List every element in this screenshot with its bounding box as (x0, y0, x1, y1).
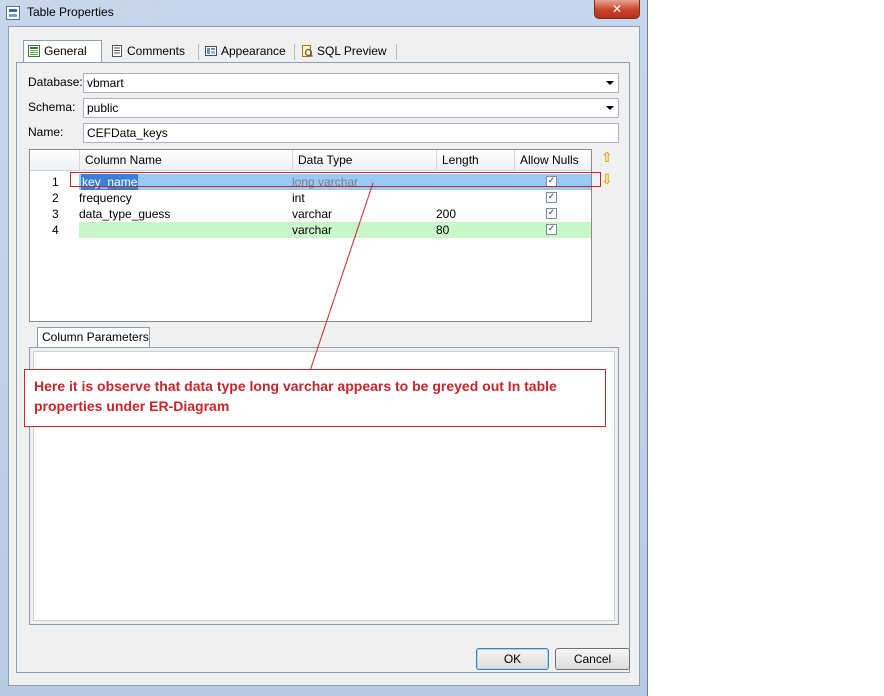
tab-sql-preview[interactable]: SQL Preview (297, 41, 393, 61)
table-icon (6, 6, 20, 20)
allow-nulls-checkbox[interactable]: ✓ (546, 224, 557, 235)
column-header[interactable]: Data Type (292, 150, 436, 170)
schema-combo[interactable]: public (83, 98, 619, 118)
tab-appearance[interactable]: Appearance (201, 41, 291, 61)
database-value: vbmart (87, 76, 124, 90)
chevron-down-icon[interactable] (606, 81, 614, 85)
tab-general-label: General (44, 44, 87, 58)
row-number: 3 (52, 207, 59, 221)
title-bar[interactable]: Table Properties ✕ (0, 0, 648, 26)
name-value: CEFData_keys (87, 126, 168, 140)
length-cell[interactable]: 80 (436, 222, 449, 238)
schema-label: Schema: (28, 100, 76, 114)
ok-button[interactable]: OK (476, 648, 549, 670)
tab-column-parameters[interactable]: Column Parameters (37, 327, 150, 348)
general-icon (28, 45, 40, 57)
tab-appearance-label: Appearance (221, 44, 286, 58)
move-up-icon[interactable]: ⇧ (600, 151, 614, 165)
tab-comments-label: Comments (127, 44, 186, 58)
column-header[interactable]: Length (436, 150, 514, 170)
database-combo[interactable]: vbmart (83, 73, 619, 93)
table-properties-window: Table Properties ✕ General Comments Appe… (0, 0, 648, 696)
allow-nulls-checkbox[interactable]: ✓ (546, 208, 557, 219)
comments-icon (112, 45, 122, 57)
blurred-area (118, 6, 158, 20)
tab-separator (396, 44, 397, 60)
cancel-button[interactable]: Cancel (555, 648, 630, 670)
name-label: Name: (28, 125, 64, 139)
annotation-highlight (70, 172, 601, 187)
annotation-callout: Here it is observe that data type long v… (24, 369, 606, 427)
new-row-fill (79, 222, 591, 238)
name-field[interactable]: CEFData_keys (83, 123, 619, 143)
data-type-cell[interactable]: int (292, 190, 305, 206)
schema-value: public (87, 101, 119, 115)
table-row[interactable]: 3 data_type_guess varchar 200 ✓ (30, 206, 591, 222)
table-row[interactable]: 2 frequency int ✓ (30, 190, 591, 206)
window-title: Table Properties (27, 5, 114, 19)
tab-comments[interactable]: Comments (107, 41, 195, 61)
tab-general[interactable]: General (23, 40, 102, 63)
row-number: 1 (52, 175, 59, 189)
row-number-header (30, 150, 79, 170)
dialog-body: General Comments Appearance SQL Preview … (8, 26, 640, 686)
sql-preview-icon (302, 45, 313, 57)
column-name-cell[interactable]: frequency (79, 190, 132, 206)
tab-separator (294, 44, 295, 60)
row-number: 2 (52, 191, 59, 205)
close-button[interactable]: ✕ (594, 0, 640, 19)
column-name-cell[interactable]: data_type_guess (79, 206, 170, 222)
general-tab-panel: Database: vbmart Schema: public Name: CE… (16, 62, 630, 673)
annotation-text: Here it is observe that data type long v… (34, 378, 557, 414)
tab-sql-preview-label: SQL Preview (317, 44, 387, 58)
appearance-icon (205, 46, 217, 56)
allow-nulls-checkbox[interactable]: ✓ (546, 192, 557, 203)
column-header[interactable]: Column Name (79, 150, 292, 170)
length-cell[interactable]: 200 (436, 206, 456, 222)
table-row[interactable]: 4 varchar 80 ✓ (30, 222, 591, 238)
move-down-icon[interactable]: ⇩ (600, 173, 614, 187)
tab-separator (198, 44, 199, 60)
grid-header: Column Name Data Type Length Allow Nulls (30, 150, 591, 171)
data-type-cell[interactable]: varchar (292, 222, 332, 238)
chevron-down-icon[interactable] (606, 106, 614, 110)
row-number: 4 (52, 223, 59, 237)
data-type-cell[interactable]: varchar (292, 206, 332, 222)
database-label: Database: (28, 75, 83, 89)
column-header[interactable]: Allow Nulls (514, 150, 591, 170)
